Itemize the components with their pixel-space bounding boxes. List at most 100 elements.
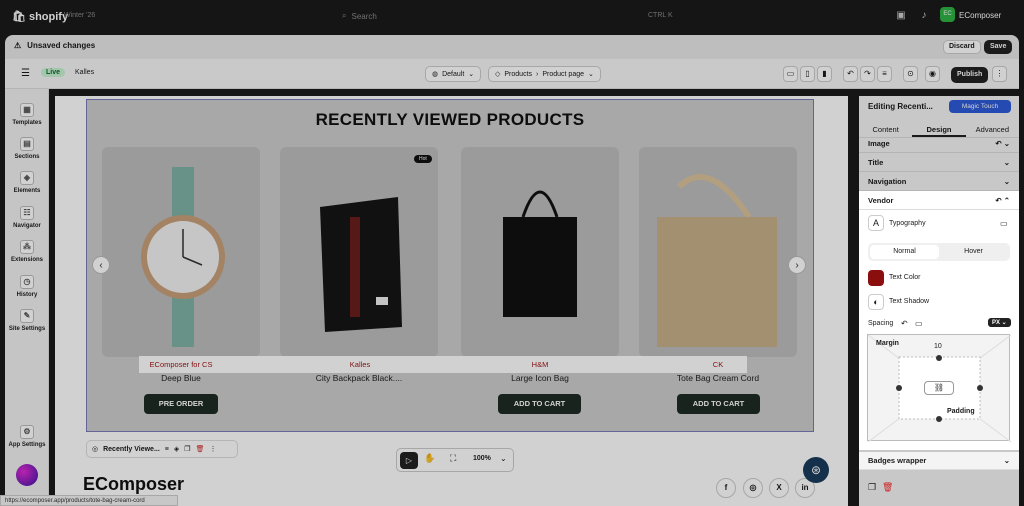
desktop-view-icon[interactable]: ▭ [783, 66, 798, 82]
publish-button[interactable]: Publish [951, 67, 989, 83]
inspect-icon[interactable]: ⊙ [903, 66, 918, 82]
sidebar-item-templates[interactable]: ▦ Templates [5, 103, 49, 126]
sidebar-item-app-settings[interactable]: ⚙ App Settings [5, 425, 49, 448]
shopify-logo[interactable]: 🛍 shopify [12, 10, 68, 24]
facebook-icon[interactable]: f [716, 478, 736, 498]
hand-icon[interactable]: ✋ [424, 453, 435, 464]
app-logo-icon[interactable] [16, 464, 38, 486]
more-icon[interactable]: ⋮ [992, 66, 1007, 82]
product-vendor[interactable]: CK [643, 360, 793, 369]
tag-icon: ◇ [495, 71, 501, 78]
x-icon[interactable]: X [769, 478, 789, 498]
sidebar-label: Site Settings [8, 326, 46, 332]
state-toggle: Normal Hover [868, 243, 1010, 261]
chevron-down-icon[interactable]: ⌄ [500, 454, 507, 463]
sidebar-item-extensions[interactable]: ⁂ Extensions [5, 240, 49, 263]
preview-eye-icon[interactable]: ◉ [925, 66, 940, 82]
carousel-next-icon[interactable]: › [788, 256, 806, 274]
sidebar-item-history[interactable]: ◷ History [5, 275, 49, 298]
sidebar-label: Extensions [10, 257, 43, 263]
settings-sliders-icon[interactable]: ≡ [877, 66, 892, 82]
search-bar[interactable]: ⌕ Search [342, 8, 682, 24]
page-dropdown[interactable]: ◇ Products › Product page ⌄ [488, 66, 601, 82]
sections-icon: ▤ [20, 137, 34, 151]
sliders-icon[interactable]: ≡ [165, 446, 169, 453]
product-card-image[interactable] [280, 147, 438, 357]
account-name[interactable]: EComposer [959, 11, 1001, 20]
store-icon[interactable]: ▣ [894, 9, 908, 23]
save-button[interactable]: Save [984, 40, 1013, 54]
discard-button[interactable]: Discard [943, 40, 981, 54]
carousel-prev-icon[interactable]: ‹ [92, 256, 110, 274]
reset-icon[interactable]: ↶ [901, 319, 908, 328]
product-vendor[interactable]: EComposer for CS [106, 360, 256, 369]
layers-icon[interactable]: ◈ [174, 445, 179, 453]
row-label: Vendor [868, 196, 894, 205]
normal-state[interactable]: Normal [870, 245, 939, 259]
product-name[interactable]: Deep Blue [102, 373, 260, 383]
sidebar-item-site-settings[interactable]: ✎ Site Settings [5, 309, 49, 332]
search-icon: ⌕ [342, 11, 347, 20]
backpack-image [320, 197, 402, 332]
product-card-image[interactable] [639, 147, 797, 357]
add-to-cart-button[interactable]: ADD TO CART [677, 394, 760, 414]
default-dropdown[interactable]: ◍ Default ⌄ [425, 66, 482, 82]
panel-row-title[interactable]: Title ⌄ [859, 154, 1019, 172]
product-vendor[interactable]: H&M [465, 360, 615, 369]
product-vendor[interactable]: Kalles [285, 360, 435, 369]
product-card-image[interactable] [461, 147, 619, 357]
sidebar-item-elements[interactable]: ◈ Elements [5, 171, 49, 194]
margin-top-value[interactable]: 10 [934, 343, 942, 350]
bell-icon[interactable]: ♪ [917, 9, 931, 23]
chevron-down-icon: ⌄ [1003, 456, 1010, 465]
menu-icon[interactable]: ☰ [21, 68, 30, 79]
tablet-view-icon[interactable]: ▯ [800, 66, 815, 82]
responsive-icon[interactable]: ▭ [915, 319, 923, 328]
trash-icon[interactable]: 🗑 [882, 482, 893, 493]
instagram-icon[interactable]: ◎ [743, 478, 763, 498]
sidebar-label: App Settings [8, 442, 46, 448]
undo-icon[interactable]: ↶ [843, 66, 858, 82]
footer-logo: EComposer [83, 474, 185, 494]
fit-screen-icon[interactable]: ⛶ [450, 453, 456, 464]
chat-support-icon[interactable]: ⊛ [803, 457, 829, 483]
row-label: Navigation [868, 177, 907, 186]
sidebar-item-navigator[interactable]: ☷ Navigator [5, 206, 49, 229]
mobile-view-icon[interactable]: ▮ [817, 66, 832, 82]
product-name[interactable]: Tote Bag Cream Cord [639, 373, 797, 383]
more-icon[interactable]: ⋮ [209, 445, 216, 453]
product-card-image[interactable] [102, 147, 260, 357]
panel-row-vendor[interactable]: Vendor ↶ ⌃ [859, 192, 1019, 210]
hover-state[interactable]: Hover [939, 245, 1008, 259]
panel-row-badges-wrapper[interactable]: Badges wrapper ⌄ [859, 452, 1019, 470]
page-crumb-1: Products [504, 70, 533, 78]
pointer-icon[interactable]: ▷ [400, 452, 418, 469]
duplicate-icon[interactable]: ❐ [184, 445, 190, 453]
link-icon[interactable]: ⛓ [924, 381, 954, 395]
trash-icon[interactable]: 🗑 [196, 445, 205, 453]
product-name[interactable]: Large Icon Bag [461, 373, 619, 383]
text-color-swatch[interactable] [868, 270, 884, 286]
hot-badge: Hot [414, 155, 432, 163]
chevron-down-icon: ⌄ [468, 71, 475, 78]
gear-icon: ⚙ [20, 425, 34, 439]
history-icon: ◷ [20, 275, 34, 289]
element-selection-bar[interactable]: ◎ Recently Viewe... ≡ ◈ ❐ 🗑 ⋮ [86, 440, 238, 458]
zoom-level[interactable]: 100% [473, 455, 491, 462]
chevron-down-icon: ⌄ [1003, 158, 1010, 167]
magic-touch-button[interactable]: Magic Touch [949, 100, 1011, 113]
responsive-icon[interactable]: ▭ [1000, 219, 1008, 228]
typography-label[interactable]: Typography [889, 220, 926, 227]
redo-icon[interactable]: ↷ [860, 66, 875, 82]
add-to-cart-button[interactable]: ADD TO CART [498, 394, 581, 414]
left-sidebar: ▦ Templates ▤ Sections ◈ Elements ☷ Navigato… [5, 89, 49, 506]
product-name[interactable]: City Backpack Black.... [280, 373, 438, 383]
panel-row-image[interactable]: Image ↶ ⌄ [859, 135, 1019, 153]
sidebar-item-sections[interactable]: ▤ Sections [5, 137, 49, 160]
text-shadow-icon[interactable]: ◐ [868, 294, 884, 310]
panel-row-navigation[interactable]: Navigation ⌄ [859, 173, 1019, 191]
copy-icon[interactable]: ❐ [868, 482, 876, 493]
account-avatar[interactable]: EC [940, 7, 955, 22]
unit-select[interactable]: PX ⌄ [988, 318, 1011, 327]
pre-order-button[interactable]: PRE ORDER [144, 394, 218, 414]
